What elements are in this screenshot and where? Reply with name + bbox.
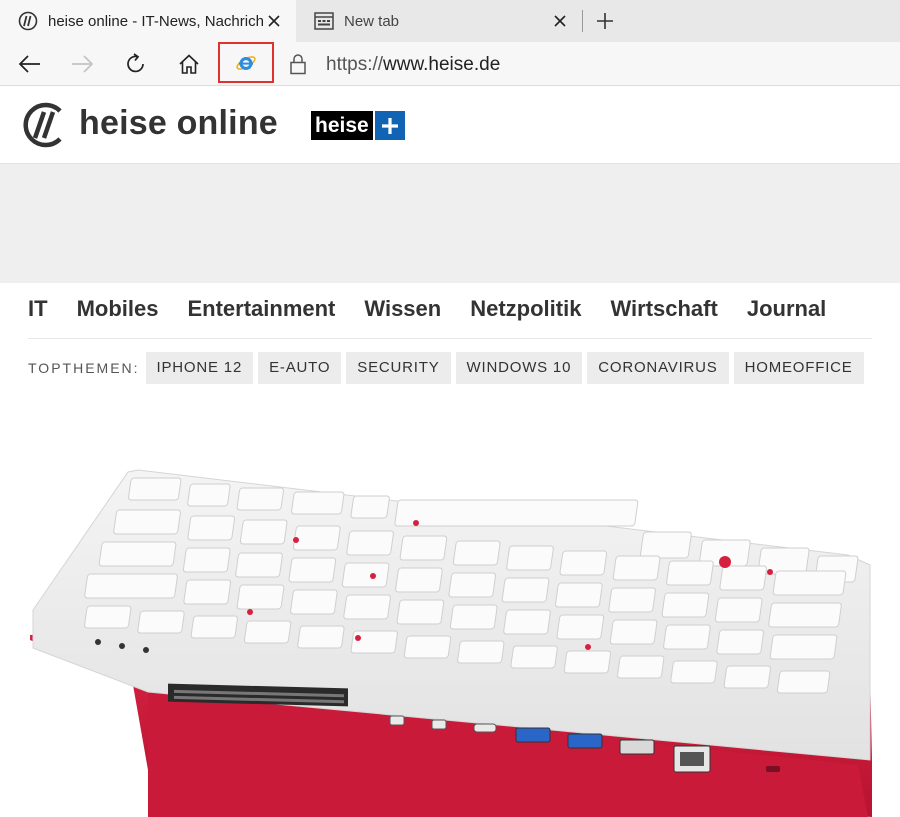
heise-logo-icon[interactable]	[22, 101, 70, 149]
topic-chip-coronavirus[interactable]: CORONAVIRUS	[587, 352, 729, 384]
new-tab-page-icon	[314, 11, 334, 31]
topic-chip-security[interactable]: SECURITY	[346, 352, 451, 384]
nav-item-wirtschaft[interactable]: Wirtschaft	[610, 296, 717, 322]
heise-plus-label: heise	[311, 111, 373, 140]
topthemen-label: TOPTHEMEN:	[28, 360, 140, 376]
tab-heise[interactable]: heise online - IT-News, Nachricht	[0, 0, 296, 42]
lock-icon[interactable]	[286, 52, 310, 76]
plus-icon	[597, 13, 613, 29]
tab-new[interactable]: New tab	[296, 0, 582, 42]
nav-divider	[28, 338, 872, 339]
home-button[interactable]	[172, 47, 206, 81]
refresh-icon	[127, 53, 144, 73]
address-bar-url[interactable]: https://www.heise.de	[326, 54, 500, 76]
topthemen-bar: TOPTHEMEN: IPHONE 12 E-AUTO SECURITY WIN…	[28, 352, 869, 384]
nav-item-entertainment[interactable]: Entertainment	[187, 296, 335, 322]
nav-item-wissen[interactable]: Wissen	[364, 296, 441, 322]
hero-image[interactable]	[28, 430, 872, 817]
close-tab-icon[interactable]	[550, 11, 570, 31]
topic-chip-windows-10[interactable]: WINDOWS 10	[455, 352, 583, 384]
home-icon	[179, 54, 199, 74]
tab-separator	[582, 10, 583, 32]
topic-chip-homeoffice[interactable]: HOMEOFFICE	[733, 352, 864, 384]
url-host: www.heise.de	[383, 54, 501, 75]
forward-arrow-icon	[72, 55, 93, 73]
close-tab-icon[interactable]	[264, 11, 284, 31]
plus-icon	[374, 111, 405, 140]
topic-chip-iphone-12[interactable]: IPHONE 12	[145, 352, 254, 384]
new-tab-button[interactable]	[590, 6, 620, 36]
refresh-button[interactable]	[119, 47, 153, 81]
toolbar-divider	[0, 85, 900, 86]
back-button[interactable]	[13, 47, 47, 81]
tab-title: New tab	[344, 12, 400, 30]
back-arrow-icon	[19, 55, 40, 73]
nav-item-mobiles[interactable]: Mobiles	[77, 296, 159, 322]
raspberry-pi-keyboard-image	[28, 430, 872, 817]
forward-button[interactable]	[65, 47, 99, 81]
tab-strip: heise online - IT-News, Nachricht New ta…	[0, 0, 900, 42]
ad-placeholder	[0, 164, 900, 283]
site-logo-text[interactable]: heise online	[79, 104, 278, 143]
open-with-internet-explorer-button[interactable]	[218, 42, 274, 83]
nav-item-journal[interactable]: Journal	[747, 296, 826, 322]
nav-item-it[interactable]: IT	[28, 296, 48, 322]
topic-chip-e-auto[interactable]: E-AUTO	[258, 352, 342, 384]
heise-favicon-icon	[18, 11, 38, 31]
internet-explorer-icon	[236, 55, 256, 70]
heise-plus-badge[interactable]: heise	[311, 111, 405, 140]
main-navigation: IT Mobiles Entertainment Wissen Netzpoli…	[28, 296, 855, 322]
nav-item-netzpolitik[interactable]: Netzpolitik	[470, 296, 581, 322]
url-protocol: https://	[326, 54, 384, 75]
tab-title: heise online - IT-News, Nachricht	[48, 12, 264, 30]
